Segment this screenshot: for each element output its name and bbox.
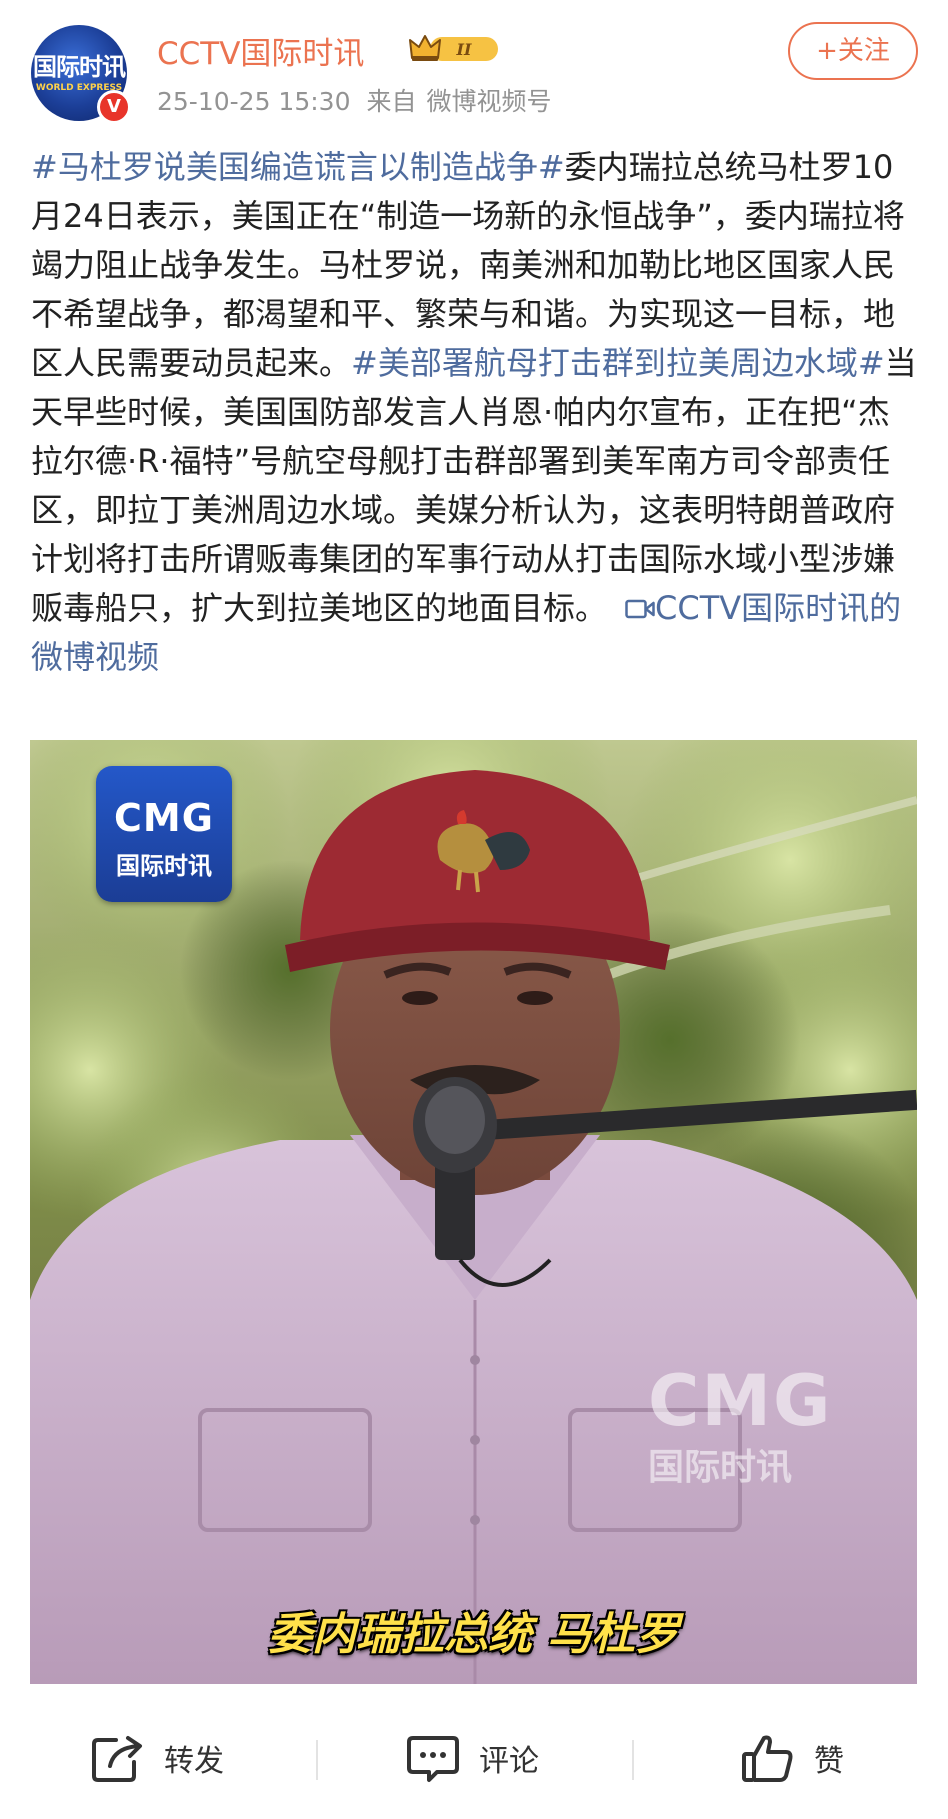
post-body: #马杜罗说美国编造谎言以制造战争#委内瑞拉总统马杜罗10月24日表示，美国正在“… bbox=[31, 143, 921, 682]
hashtag-link[interactable]: #马杜罗说美国编造谎言以制造战争# bbox=[31, 148, 565, 186]
cmg-logo-subtext: 国际时讯 bbox=[116, 852, 212, 880]
action-divider bbox=[316, 1740, 318, 1780]
video-watermark: CMG 国际时讯 bbox=[648, 1360, 833, 1490]
comment-label: 评论 bbox=[479, 1744, 539, 1779]
like-button[interactable]: 赞 bbox=[740, 1730, 844, 1786]
comment-button[interactable]: 评论 bbox=[405, 1730, 539, 1786]
thumbs-up-icon bbox=[742, 1735, 793, 1782]
action-divider bbox=[632, 1740, 634, 1780]
watermark-subtext: 国际时讯 bbox=[648, 1447, 793, 1488]
action-bar: 转发 评论 赞 bbox=[0, 1700, 948, 1810]
video-player[interactable]: CMG 国际时讯 CMG 国际时讯 委内瑞拉总统 马杜罗 bbox=[30, 740, 917, 1684]
cmg-logo-text: CMG bbox=[114, 796, 214, 840]
username[interactable]: CCTV国际时讯 bbox=[157, 28, 364, 73]
cmg-logo: CMG 国际时讯 bbox=[96, 766, 232, 902]
post-header: 国际时讯 WORLD EXPRESS V CCTV国际时讯 II 25-10-2… bbox=[0, 0, 948, 135]
comment-icon bbox=[407, 1736, 459, 1782]
follow-button[interactable]: +关注 bbox=[788, 22, 918, 80]
verified-badge-icon: V bbox=[97, 90, 131, 124]
repost-button[interactable]: 转发 bbox=[90, 1730, 224, 1786]
hashtag-link[interactable]: #美部署航母打击群到拉美周边水域# bbox=[351, 344, 885, 382]
video-camera-icon bbox=[625, 599, 655, 619]
avatar-logo-text: 国际时讯 bbox=[33, 53, 126, 81]
post-meta: 25-10-25 15:30 来自 微博视频号 bbox=[157, 82, 568, 118]
repost-label: 转发 bbox=[164, 1744, 224, 1779]
like-label: 赞 bbox=[814, 1744, 844, 1779]
share-icon bbox=[92, 1736, 142, 1782]
member-level-text: II bbox=[456, 40, 472, 59]
member-crown-icon[interactable]: II bbox=[408, 32, 502, 64]
post-text-paragraph: 当天早些时候，美国国防部发言人肖恩·帕内尔宣布，正在把“杰拉尔德·R·福特”号航… bbox=[31, 344, 917, 627]
source-name[interactable]: 微博视频号 bbox=[427, 87, 552, 116]
post-timestamp: 25-10-25 15:30 bbox=[157, 87, 351, 116]
source-prefix: 来自 bbox=[366, 87, 417, 116]
watermark-text: CMG bbox=[648, 1360, 833, 1442]
video-caption: 委内瑞拉总统 马杜罗 bbox=[267, 1609, 680, 1660]
